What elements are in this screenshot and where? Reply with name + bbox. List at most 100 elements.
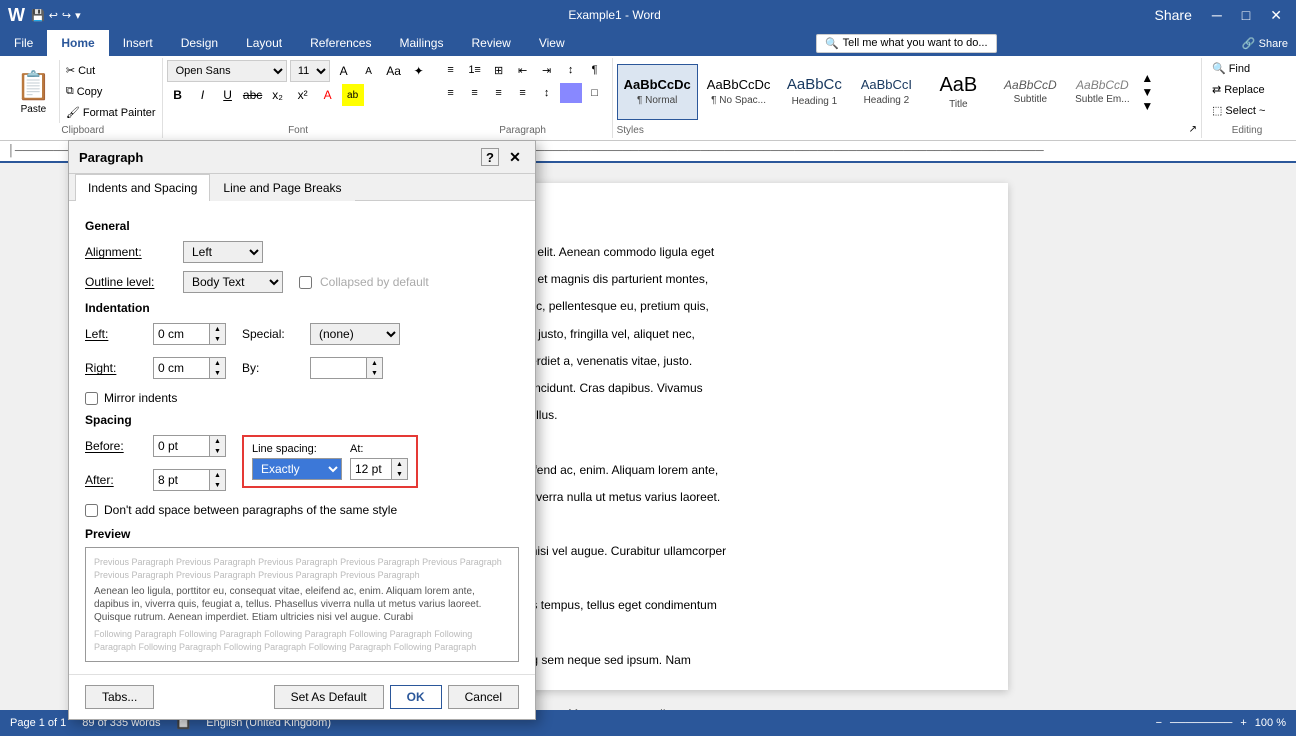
- font-family-select[interactable]: Open Sans: [167, 60, 287, 82]
- zoom-slider[interactable]: ────────: [1170, 717, 1232, 729]
- left-spin-up[interactable]: ▲: [209, 324, 225, 334]
- by-value[interactable]: [311, 358, 366, 378]
- right-value[interactable]: [154, 358, 209, 378]
- bullets-button[interactable]: ≡: [440, 60, 462, 80]
- align-center-button[interactable]: ≡: [464, 83, 486, 103]
- tab-line-page-breaks[interactable]: Line and Page Breaks: [210, 174, 354, 201]
- scroll-down-icon[interactable]: ▼: [1141, 85, 1153, 99]
- replace-button[interactable]: ⇄ Replace: [1208, 81, 1286, 98]
- before-spin-up[interactable]: ▲: [209, 436, 225, 446]
- bold-button[interactable]: B: [167, 84, 189, 106]
- increase-indent-button[interactable]: ⇥: [536, 60, 558, 80]
- share-button[interactable]: Share: [1149, 7, 1198, 23]
- tab-review[interactable]: Review: [457, 30, 524, 56]
- before-value[interactable]: [154, 436, 209, 456]
- tell-me-input[interactable]: 🔍 Tell me what you want to do...: [816, 34, 997, 53]
- dont-add-space-checkbox[interactable]: [85, 504, 98, 517]
- at-spin-down[interactable]: ▼: [391, 469, 407, 479]
- sort-button[interactable]: ↕: [560, 60, 582, 80]
- line-spacing-select[interactable]: Exactly Single 1.5 lines Double At least…: [252, 458, 342, 480]
- italic-button[interactable]: I: [192, 84, 214, 106]
- shading-button[interactable]: [560, 83, 582, 103]
- left-spin-down[interactable]: ▼: [209, 334, 225, 344]
- share-ribbon-button[interactable]: 🔗 Share: [1242, 37, 1288, 50]
- cut-button[interactable]: ✂ Cut: [64, 63, 158, 78]
- styles-expand-icon[interactable]: ↗: [1189, 124, 1197, 135]
- after-spin-down[interactable]: ▼: [209, 480, 225, 490]
- set-default-button[interactable]: Set As Default: [274, 685, 384, 709]
- undo-qa-button[interactable]: ↩: [49, 9, 58, 22]
- styles-scroll[interactable]: ▲ ▼ ▼: [1139, 69, 1155, 115]
- tab-home[interactable]: Home: [47, 30, 108, 56]
- format-painter-button[interactable]: 🖌 Format Painter: [64, 105, 158, 120]
- subscript-button[interactable]: x₂: [267, 84, 289, 106]
- justify-button[interactable]: ≡: [512, 83, 534, 103]
- strikethrough-button[interactable]: abc: [242, 84, 264, 106]
- tabs-button[interactable]: Tabs...: [85, 685, 154, 709]
- find-button[interactable]: 🔍 Find: [1208, 60, 1286, 77]
- align-right-button[interactable]: ≡: [488, 83, 510, 103]
- paste-button[interactable]: 📋 Paste: [8, 60, 60, 123]
- left-value[interactable]: [154, 324, 209, 344]
- by-spin-down[interactable]: ▼: [366, 368, 382, 378]
- alignment-select[interactable]: Left: [183, 241, 263, 263]
- underline-button[interactable]: U: [217, 84, 239, 106]
- redo-qa-button[interactable]: ↪: [62, 9, 71, 22]
- restore-button[interactable]: □: [1236, 7, 1256, 23]
- ok-button[interactable]: OK: [390, 685, 442, 709]
- at-value[interactable]: [351, 459, 391, 479]
- copy-button[interactable]: ⧉ Copy: [64, 84, 158, 99]
- right-spin-up[interactable]: ▲: [209, 358, 225, 368]
- grow-font-button[interactable]: A: [333, 60, 355, 82]
- select-button[interactable]: ⬚ Select ~: [1208, 102, 1286, 119]
- show-formatting-button[interactable]: ¶: [584, 60, 606, 80]
- numbering-button[interactable]: 1≡: [464, 60, 486, 80]
- after-value[interactable]: [154, 470, 209, 490]
- expand-styles-icon[interactable]: ▼: [1141, 99, 1153, 113]
- line-spacing-button[interactable]: ↕: [536, 83, 558, 103]
- align-left-button[interactable]: ≡: [440, 83, 462, 103]
- tab-layout[interactable]: Layout: [232, 30, 296, 56]
- superscript-button[interactable]: x²: [292, 84, 314, 106]
- change-case-button[interactable]: Aa: [383, 60, 405, 82]
- cancel-button[interactable]: Cancel: [448, 685, 519, 709]
- after-spin-up[interactable]: ▲: [209, 470, 225, 480]
- tab-references[interactable]: References: [296, 30, 385, 56]
- close-button[interactable]: ✕: [1264, 7, 1288, 24]
- style-nospace[interactable]: AaBbCcDc ¶ No Spac...: [700, 64, 778, 120]
- mirror-indents-checkbox[interactable]: [85, 392, 98, 405]
- multilevel-button[interactable]: ⊞: [488, 60, 510, 80]
- clear-format-button[interactable]: ✦: [408, 60, 430, 82]
- style-heading1[interactable]: AaBbCc Heading 1: [779, 64, 849, 120]
- tab-insert[interactable]: Insert: [109, 30, 167, 56]
- dialog-help-button[interactable]: ?: [481, 163, 499, 166]
- collapsed-checkbox[interactable]: [299, 276, 312, 289]
- minimize-button[interactable]: ─: [1206, 7, 1228, 23]
- style-heading2[interactable]: AaBbCcI Heading 2: [851, 64, 921, 120]
- zoom-out-button[interactable]: −: [1156, 717, 1162, 729]
- decrease-indent-button[interactable]: ⇤: [512, 60, 534, 80]
- tab-indents-spacing[interactable]: Indents and Spacing: [75, 174, 210, 201]
- tab-view[interactable]: View: [525, 30, 579, 56]
- font-size-select[interactable]: 11: [290, 60, 330, 82]
- tab-file[interactable]: File: [0, 30, 47, 56]
- by-spin-up[interactable]: ▲: [366, 358, 382, 368]
- scroll-up-icon[interactable]: ▲: [1141, 71, 1153, 85]
- tab-design[interactable]: Design: [167, 30, 232, 56]
- zoom-in-button[interactable]: +: [1240, 717, 1246, 729]
- border-button[interactable]: □: [584, 83, 606, 103]
- at-spin-up[interactable]: ▲: [391, 459, 407, 469]
- style-title[interactable]: AaB Title: [923, 64, 993, 120]
- outline-select[interactable]: Body Text: [183, 271, 283, 293]
- special-select[interactable]: (none): [310, 323, 400, 345]
- highlight-button[interactable]: ab: [342, 84, 364, 106]
- right-spin-down[interactable]: ▼: [209, 368, 225, 378]
- style-subtle[interactable]: AaBbCcD Subtle Em...: [1067, 64, 1137, 120]
- shrink-font-button[interactable]: A: [358, 60, 380, 82]
- style-subtitle[interactable]: AaBbCcD Subtitle: [995, 64, 1065, 120]
- save-qa-button[interactable]: 💾: [31, 9, 45, 22]
- before-spin-down[interactable]: ▼: [209, 446, 225, 456]
- style-normal[interactable]: AaBbCcDc ¶ Normal: [617, 64, 698, 120]
- dialog-close-button[interactable]: ✕: [505, 163, 525, 167]
- tab-mailings[interactable]: Mailings: [385, 30, 457, 56]
